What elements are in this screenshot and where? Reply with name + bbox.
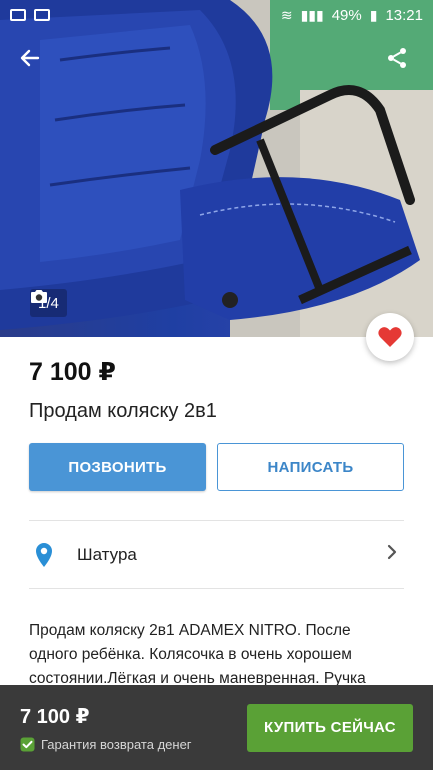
divider (29, 588, 404, 589)
listing-title: Продам коляску 2в1 (29, 400, 217, 422)
guarantee-note: Гарантия возврата денег (20, 737, 192, 752)
favorite-button[interactable] (366, 313, 414, 361)
call-button[interactable]: ПОЗВОНИТЬ (29, 443, 206, 491)
back-arrow-icon (20, 49, 40, 67)
description-line: одного ребёнка. Колясочка в очень хороше… (29, 646, 352, 663)
clock: 13:21 (385, 6, 423, 24)
write-message-button[interactable]: НАПИСАТЬ (217, 443, 404, 491)
share-icon (388, 48, 406, 68)
location-row[interactable]: Шатура (29, 521, 404, 588)
buy-now-button[interactable]: КУПИТЬ СЕЙЧАС (247, 703, 413, 752)
back-button[interactable] (18, 46, 52, 80)
mail-icon (10, 9, 26, 21)
listing-photo[interactable]: ≋ ▮▮▮ 49% ▮ 13:21 1/4 (0, 0, 433, 337)
photo-counter: 1/4 (30, 289, 67, 317)
signal-icon: ▮▮▮ (300, 6, 324, 23)
check-shield-icon (20, 737, 35, 751)
purchase-bar-info: 7 100 ₽ Гарантия возврата денег (20, 704, 192, 752)
gallery-notification-icon (34, 9, 50, 21)
battery-percentage: 49% (331, 6, 362, 24)
purchase-bar: 7 100 ₽ Гарантия возврата денег КУПИТЬ С… (0, 685, 433, 770)
battery-icon: ▮ (369, 6, 378, 23)
heart-icon (378, 327, 402, 347)
chevron-right-icon (386, 543, 398, 566)
location-city: Шатура (77, 544, 137, 564)
listing-price: 7 100 ₽ (29, 358, 116, 386)
location-pin-icon (31, 542, 57, 568)
camera-icon (31, 290, 47, 303)
listing-description: Продам коляску 2в1 ADAMEX NITRO. После о… (29, 619, 409, 691)
share-button[interactable] (385, 46, 419, 80)
status-bar: ≋ ▮▮▮ 49% ▮ 13:21 (0, 0, 433, 30)
guarantee-text: Гарантия возврата денег (41, 736, 192, 752)
description-line: Продам коляску 2в1 ADAMEX NITRO. После (29, 622, 351, 639)
purchase-bar-price: 7 100 ₽ (20, 705, 90, 728)
wifi-icon: ≋ (280, 6, 293, 23)
stroller-photo-image (0, 0, 433, 337)
